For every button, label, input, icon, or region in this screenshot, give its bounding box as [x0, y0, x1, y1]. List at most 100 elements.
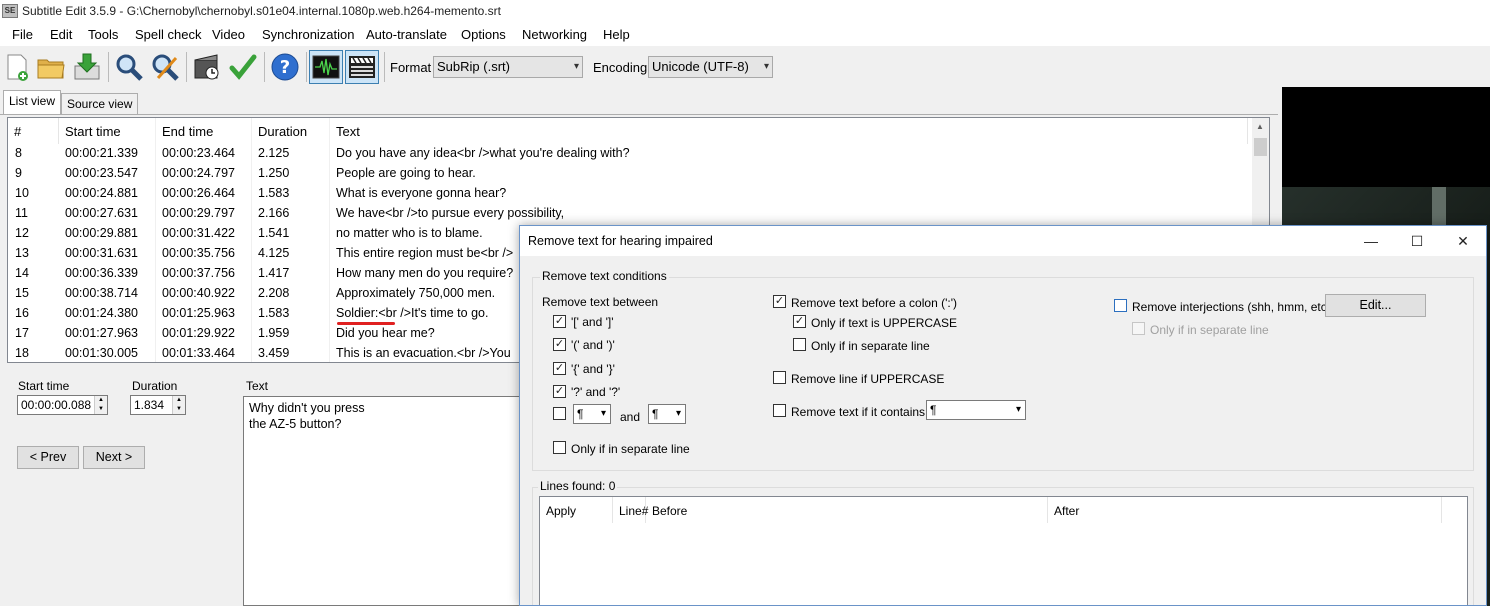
menu-video[interactable]: Video: [212, 27, 245, 42]
replace-icon[interactable]: [148, 50, 182, 84]
table-cell: 1.959: [258, 326, 290, 340]
menu-file[interactable]: File: [12, 27, 33, 42]
only-uppercase-label: Only if text is UPPERCASE: [811, 316, 958, 330]
help-icon[interactable]: ?: [268, 50, 302, 84]
interjections-label: Remove interjections (shh, hmm, etc.): [1132, 300, 1335, 314]
table-cell: 1.541: [258, 226, 290, 240]
table-cell: 12: [15, 226, 29, 240]
parentheses-label: '(' and ')': [571, 338, 615, 352]
new-file-icon[interactable]: [0, 50, 34, 84]
column-header-apply[interactable]: Apply: [540, 497, 613, 523]
chevron-down-icon: ▾: [1015, 404, 1021, 415]
question-marks-label: '?' and '?': [571, 385, 621, 399]
table-cell: 00:00:35.756: [162, 246, 235, 260]
contains-select[interactable]: ¶ ▾: [926, 400, 1026, 420]
close-icon[interactable]: ✕: [1440, 226, 1486, 256]
download-save-icon[interactable]: [70, 50, 104, 84]
table-cell: 1.250: [258, 166, 290, 180]
waveform-icon[interactable]: [309, 50, 343, 84]
conditions-title: Remove text conditions: [540, 269, 669, 283]
table-cell: 2.208: [258, 286, 290, 300]
menu-networking[interactable]: Networking: [522, 27, 587, 42]
table-row[interactable]: 10 00:00:24.881 00:00:26.464 1.583 What is e…: [8, 184, 1248, 204]
table-cell: 00:00:31.631: [65, 246, 138, 260]
table-cell: 00:01:30.005: [65, 346, 138, 360]
duration-spinner[interactable]: ▲ ▼: [172, 396, 185, 414]
menu-edit[interactable]: Edit: [50, 27, 72, 42]
only-separate-line-label-3: Only if in separate line: [1150, 323, 1269, 337]
table-cell: We have<br />to pursue every possibility…: [336, 206, 565, 220]
visual-sync-icon[interactable]: [190, 50, 224, 84]
open-folder-icon[interactable]: [34, 50, 68, 84]
minimize-icon[interactable]: —: [1348, 226, 1394, 256]
tab-list-view[interactable]: List view: [3, 90, 62, 115]
column-header-before[interactable]: Before: [646, 497, 1048, 523]
checkbox-curly-brackets[interactable]: ✓: [553, 362, 566, 375]
lines-found-table[interactable]: Apply Line# Before After: [539, 496, 1468, 605]
edit-interjections-button[interactable]: Edit...: [1325, 294, 1426, 317]
scroll-up-icon[interactable]: ▲: [1256, 122, 1264, 131]
checkbox-remove-line-uppercase[interactable]: [773, 371, 786, 384]
checkbox-only-separate-line-2[interactable]: [793, 338, 806, 351]
start-time-label: Start time: [18, 379, 70, 393]
table-row[interactable]: 11 00:00:27.631 00:00:29.797 2.166 We have<b…: [8, 204, 1248, 224]
table-cell: 9: [15, 166, 22, 180]
column-header-line-number[interactable]: Line#: [613, 497, 648, 523]
menu-tools[interactable]: Tools: [88, 27, 118, 42]
prev-button[interactable]: < Prev: [17, 446, 79, 469]
table-cell: What is everyone gonna hear?: [336, 186, 507, 200]
duration-input[interactable]: 1.834 ▲ ▼: [130, 395, 186, 415]
table-row[interactable]: 8 00:00:21.339 00:00:23.464 2.125 Do you hav…: [8, 144, 1248, 164]
tab-source-view[interactable]: Source view: [61, 93, 139, 115]
table-cell: 3.459: [258, 346, 290, 360]
checkbox-custom-pair[interactable]: [553, 407, 566, 420]
format-label: Format: [390, 60, 432, 75]
column-header-after[interactable]: After: [1048, 497, 1442, 523]
custom-start-select[interactable]: ¶ ▾: [573, 404, 611, 424]
before-colon-label: Remove text before a colon (':'): [791, 296, 957, 310]
checkbox-square-brackets[interactable]: ✓: [553, 315, 566, 328]
menu-synchronization[interactable]: Synchronization: [262, 27, 355, 42]
checkbox-only-separate-line-3[interactable]: [1132, 322, 1145, 335]
maximize-icon[interactable]: ☐: [1394, 226, 1440, 256]
checkbox-question-marks[interactable]: ✓: [553, 385, 566, 398]
remove-between-label: Remove text between: [542, 295, 659, 309]
table-row[interactable]: 9 00:00:23.547 00:00:24.797 1.250 People are…: [8, 164, 1248, 184]
find-icon[interactable]: [112, 50, 146, 84]
spell-check-icon[interactable]: [226, 50, 260, 84]
start-time-input[interactable]: 00:00:00.088 ▲ ▼: [17, 395, 108, 415]
menu-auto-translate[interactable]: Auto-translate: [366, 27, 447, 42]
column-header-end-time[interactable]: End time: [156, 118, 252, 144]
lines-found-label: Lines found: 0: [538, 479, 618, 493]
table-cell: 00:00:24.797: [162, 166, 235, 180]
custom-end-value: ¶: [652, 407, 659, 421]
video-clapper-icon[interactable]: [345, 50, 379, 84]
checkbox-remove-if-contains[interactable]: [773, 404, 786, 417]
checkbox-only-separate-line-1[interactable]: [553, 441, 566, 454]
table-cell: 00:01:27.963: [65, 326, 138, 340]
checkbox-interjections[interactable]: [1114, 299, 1127, 312]
table-cell: 4.125: [258, 246, 290, 260]
next-button[interactable]: Next >: [83, 446, 145, 469]
chevron-down-icon: ▾: [600, 408, 606, 419]
scrollbar-thumb[interactable]: [1254, 138, 1267, 156]
menu-spell-check[interactable]: Spell check: [135, 27, 201, 42]
custom-and-label: and: [620, 410, 641, 424]
subtitle-text-area[interactable]: Why didn't you press the AZ-5 button?: [243, 396, 533, 606]
column-header-start-time[interactable]: Start time: [59, 118, 156, 144]
checkbox-only-uppercase[interactable]: ✓: [793, 315, 806, 328]
encoding-select[interactable]: Unicode (UTF-8) ▾: [648, 56, 773, 78]
start-time-spinner[interactable]: ▲ ▼: [94, 396, 107, 414]
column-header-number[interactable]: #: [8, 118, 59, 144]
column-header-text[interactable]: Text: [330, 118, 1248, 144]
menu-options[interactable]: Options: [461, 27, 506, 42]
menu-help[interactable]: Help: [603, 27, 630, 42]
column-header-duration[interactable]: Duration: [252, 118, 330, 144]
table-cell: 2.125: [258, 146, 290, 160]
checkbox-parentheses[interactable]: ✓: [553, 338, 566, 351]
table-cell: 2.166: [258, 206, 290, 220]
custom-end-select[interactable]: ¶ ▾: [648, 404, 686, 424]
checkbox-before-colon[interactable]: ✓: [773, 295, 786, 308]
format-select[interactable]: SubRip (.srt) ▾: [433, 56, 583, 78]
chevron-down-icon: ▾: [573, 61, 579, 72]
